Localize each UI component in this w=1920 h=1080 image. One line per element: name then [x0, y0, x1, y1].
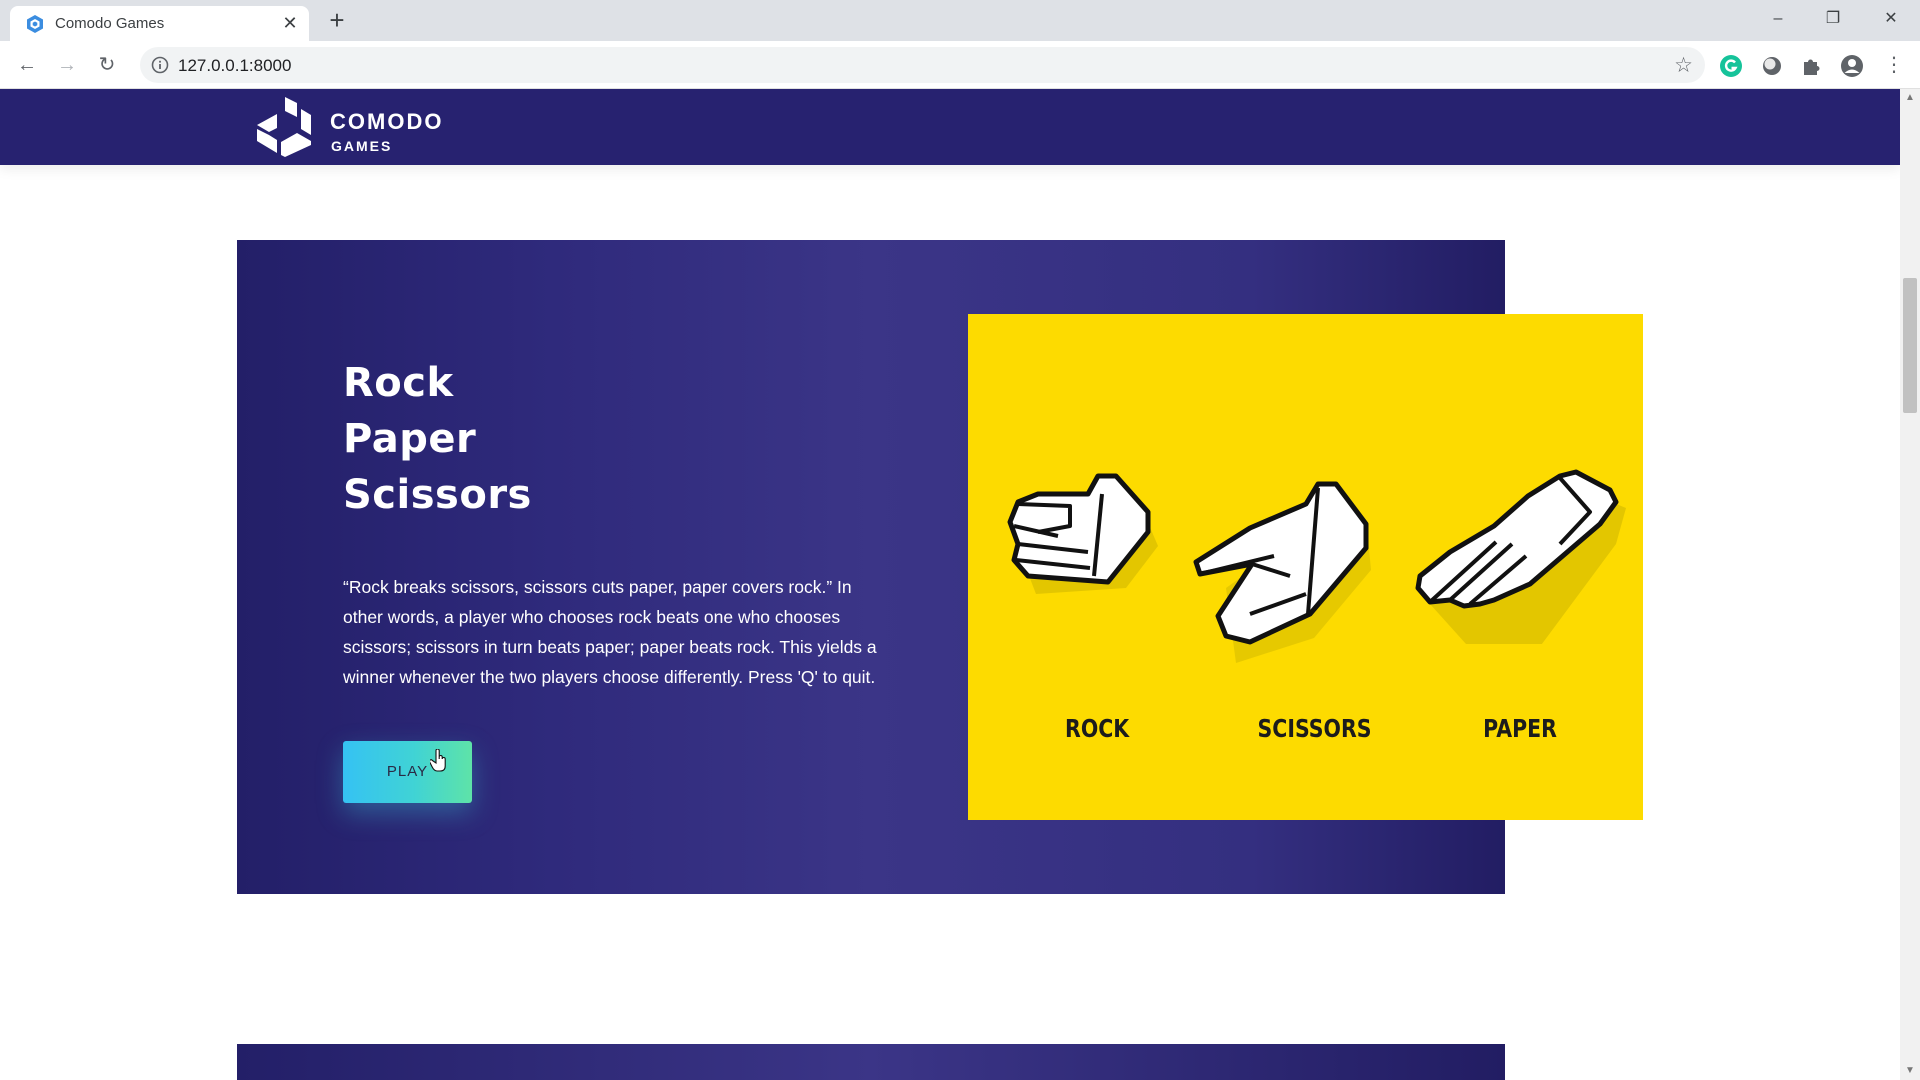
grammarly-extension-icon[interactable] [1718, 53, 1744, 79]
window-close-button[interactable]: ✕ [1868, 0, 1914, 38]
game-title-line: Paper [343, 416, 477, 462]
extensions-puzzle-icon[interactable] [1799, 53, 1825, 79]
profile-avatar-icon[interactable] [1839, 53, 1865, 79]
back-button[interactable]: ← [13, 51, 41, 79]
game-description: “Rock breaks scissors, scissors cuts pap… [343, 577, 877, 687]
scroll-up-arrow-icon[interactable]: ▲ [1900, 89, 1920, 107]
game-title: Rock Paper Scissors [343, 355, 532, 523]
logo-text-comodo: COMODO [330, 109, 444, 134]
hand-pointer-cursor-icon [430, 749, 446, 772]
browser-tab[interactable]: Comodo Games ✕ [10, 6, 309, 41]
label-paper: PAPER [1483, 714, 1557, 743]
scrollbar-thumb[interactable] [1903, 278, 1917, 413]
page-scrollbar[interactable]: ▲ ▼ [1900, 89, 1920, 1080]
rock-hand-icon [1007, 473, 1158, 594]
url-text: 127.0.0.1:8000 [178, 56, 292, 75]
scroll-down-arrow-icon[interactable]: ▼ [1900, 1062, 1920, 1080]
site-info-icon[interactable] [150, 55, 170, 75]
next-game-card [237, 1044, 1505, 1080]
forward-button[interactable]: → [53, 51, 81, 79]
page-viewport: COMODO GAMES Rock Paper Scissors “Rock b… [0, 89, 1920, 1080]
tab-title: Comodo Games [55, 15, 165, 32]
game-title-line: Rock [343, 360, 454, 406]
comodo-logo-mark-icon [257, 97, 311, 157]
browser-tab-strip: Comodo Games ✕ + – ❐ ✕ [0, 0, 1920, 41]
game-title-line: Scissors [343, 472, 532, 518]
rps-illustration: ROCK SCISSORS PAPER [968, 314, 1643, 820]
scissors-hand-icon [1193, 481, 1371, 663]
extension-circle-icon[interactable] [1759, 53, 1785, 79]
site-header: COMODO GAMES [0, 89, 1900, 165]
browser-toolbar: ← → ↻ 127.0.0.1:8000 ☆ ⋮ [0, 41, 1920, 89]
comodo-games-logo[interactable]: COMODO GAMES [255, 95, 555, 159]
chrome-menu-icon[interactable]: ⋮ [1880, 51, 1908, 79]
reload-button[interactable]: ↻ [93, 51, 121, 79]
label-scissors: SCISSORS [1257, 714, 1372, 743]
maximize-button[interactable]: ❐ [1810, 0, 1856, 38]
minimize-button[interactable]: – [1755, 0, 1801, 38]
new-tab-button[interactable]: + [323, 6, 351, 34]
bookmark-star-icon[interactable]: ☆ [1674, 53, 1693, 78]
comodo-favicon-icon [27, 15, 43, 33]
address-bar[interactable]: 127.0.0.1:8000 ☆ [140, 47, 1705, 83]
logo-text-games: GAMES [331, 138, 393, 154]
paper-hand-icon [1415, 469, 1626, 644]
play-button[interactable]: PLAY [343, 741, 472, 803]
label-rock: ROCK [1065, 714, 1130, 743]
tab-close-icon[interactable]: ✕ [280, 13, 300, 33]
